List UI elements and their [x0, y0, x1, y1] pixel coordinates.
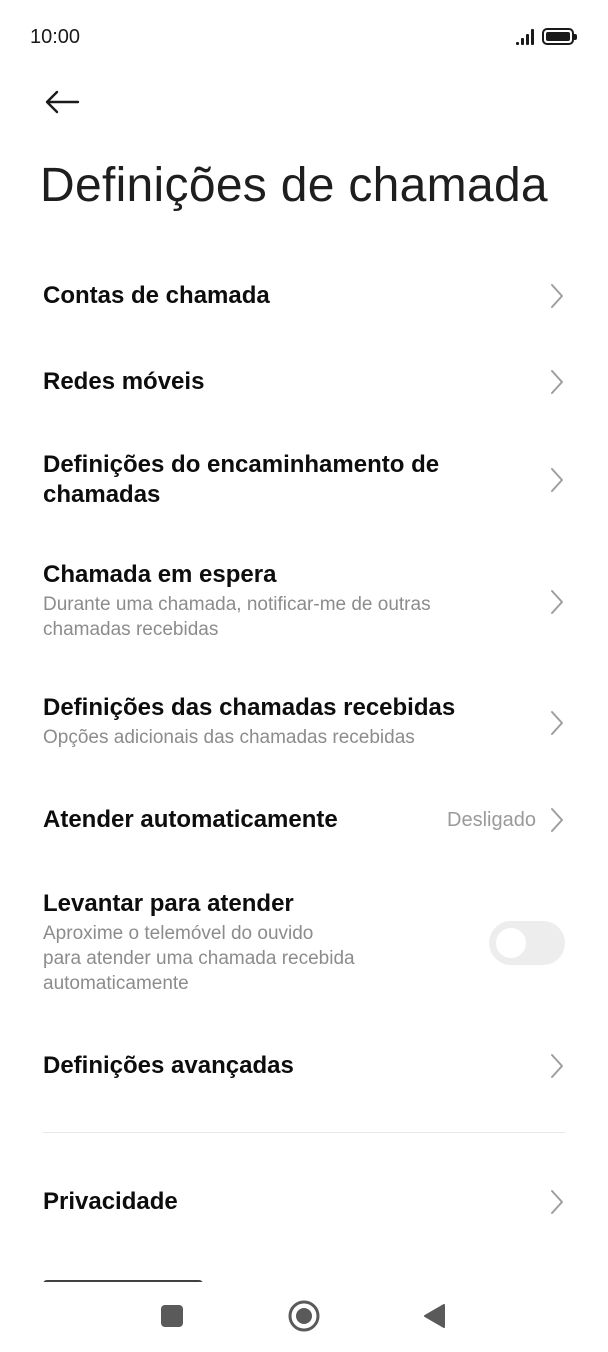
advanced-settings-row[interactable]: Definições avançadas: [0, 1032, 608, 1100]
advanced-settings-title: Definições avançadas: [43, 1052, 294, 1079]
status-bar: 10:00: [0, 0, 608, 76]
privacy-row[interactable]: Privacidade: [0, 1168, 608, 1236]
status-icons: [516, 28, 577, 45]
call-settings-screen: 10:00 Definições de chamada Contas de ch…: [0, 0, 608, 1352]
auto-answer-title: Atender automaticamente: [43, 806, 338, 833]
mobile-networks-title: Redes móveis: [43, 368, 205, 395]
section-divider: [43, 1132, 565, 1133]
incoming-calls-subtitle: Opções adicionais das chamadas recebidas: [43, 727, 415, 748]
page-title: Definições de chamada: [40, 159, 548, 212]
raise-to-answer-subtitle-line2: para atender uma chamada recebida: [43, 948, 355, 969]
navigation-bar: [0, 1282, 608, 1352]
chevron-right-icon: [551, 590, 563, 614]
auto-answer-row[interactable]: Atender automaticamente Desligado: [0, 786, 608, 854]
chevron-right-icon: [551, 808, 563, 832]
chevron-right-icon: [551, 711, 563, 735]
chevron-right-icon: [551, 1054, 563, 1078]
raise-to-answer-row: Levantar para atender Aproxime o telemóv…: [0, 880, 608, 1006]
call-waiting-subtitle-line1: Durante uma chamada, notificar-me de out…: [43, 594, 431, 615]
call-waiting-row[interactable]: Chamada em espera Durante uma chamada, n…: [0, 552, 608, 652]
incoming-calls-row[interactable]: Definições das chamadas recebidas Opções…: [0, 684, 608, 764]
home-button[interactable]: [282, 1296, 326, 1336]
nav-back-button[interactable]: [412, 1296, 456, 1336]
raise-to-answer-subtitle-line3: automaticamente: [43, 973, 189, 994]
calling-accounts-title: Contas de chamada: [43, 282, 270, 309]
raise-to-answer-toggle[interactable]: [489, 921, 565, 965]
auto-answer-value: Desligado: [447, 809, 536, 831]
call-forwarding-title-line1: Definições do encaminhamento de: [43, 451, 440, 478]
toggle-knob: [496, 928, 526, 958]
mobile-networks-row[interactable]: Redes móveis: [0, 348, 608, 416]
call-waiting-title: Chamada em espera: [43, 561, 277, 588]
call-forwarding-row[interactable]: Definições do encaminhamento de chamadas: [0, 440, 608, 524]
chevron-right-icon: [551, 468, 563, 492]
call-forwarding-title-line2: chamadas: [43, 481, 161, 508]
signal-icon: [516, 29, 534, 45]
raise-to-answer-subtitle-line1: Aproxime o telemóvel do ouvido: [43, 923, 314, 944]
battery-icon: [542, 28, 577, 45]
incoming-calls-title: Definições das chamadas recebidas: [43, 694, 456, 721]
calling-accounts-row[interactable]: Contas de chamada: [0, 262, 608, 330]
chevron-right-icon: [551, 284, 563, 308]
privacy-title: Privacidade: [43, 1188, 178, 1215]
recents-button[interactable]: [150, 1296, 194, 1336]
triangle-back-icon: [424, 1304, 445, 1328]
square-icon: [161, 1305, 183, 1327]
back-button[interactable]: [36, 80, 88, 124]
call-waiting-subtitle-line2: chamadas recebidas: [43, 619, 219, 640]
circle-icon: [288, 1300, 320, 1332]
arrow-left-icon: [45, 90, 80, 114]
raise-to-answer-title: Levantar para atender: [43, 890, 294, 917]
chevron-right-icon: [551, 1190, 563, 1214]
chevron-right-icon: [551, 370, 563, 394]
status-time: 10:00: [30, 26, 81, 48]
